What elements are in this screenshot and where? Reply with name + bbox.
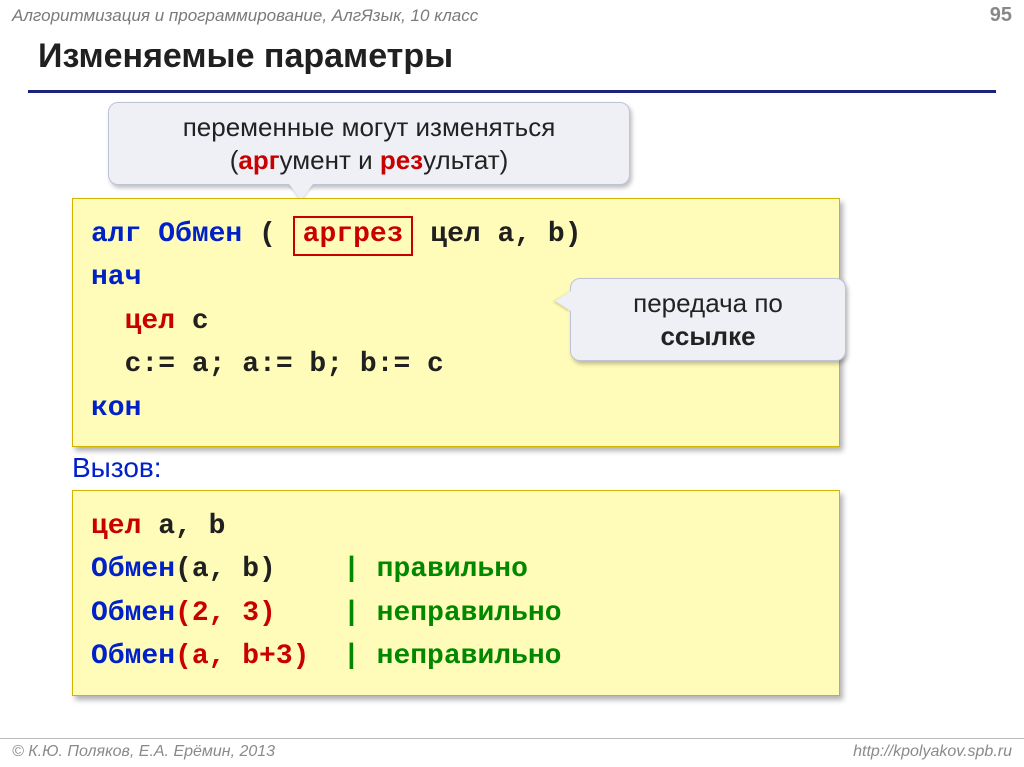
page-number: 95	[990, 4, 1012, 27]
callout-variables: переменные могут изменяться (аргумент и …	[108, 102, 630, 185]
highlight-rez: рез	[380, 145, 423, 175]
callout-line1: переменные могут изменяться	[131, 111, 607, 144]
kw-nach: нач	[91, 262, 141, 293]
slide-header: Алгоритмизация и программирование, АлгЯз…	[0, 0, 1024, 29]
footer-credit: © К.Ю. Поляков, Е.А. Ерёмин, 2013	[12, 743, 275, 761]
call-fn: Обмен	[91, 554, 175, 585]
kw-kon: кон	[91, 393, 141, 424]
comment-wrong: | неправильно	[343, 641, 561, 672]
call-fn: Обмен	[91, 598, 175, 629]
callout-line2: (аргумент и результат)	[131, 144, 607, 177]
call-fn: Обмен	[91, 641, 175, 672]
comment-wrong: | неправильно	[343, 598, 561, 629]
callout-tail-icon	[555, 291, 571, 311]
callout-by-reference: передача по ссылке	[570, 278, 846, 361]
callout-r-line1: передача по	[593, 287, 823, 320]
kw-alg: алг	[91, 219, 141, 250]
page-title: Изменяемые параметры	[38, 37, 994, 76]
callout-r-line2: ссылке	[593, 320, 823, 353]
kw-cel: цел	[125, 306, 175, 337]
title-rule	[28, 90, 996, 93]
breadcrumb: Алгоритмизация и программирование, АлгЯз…	[12, 6, 478, 26]
kw-cel: цел	[91, 511, 141, 542]
proc-name: Обмен	[141, 219, 259, 250]
footer-url: http://kpolyakov.spb.ru	[853, 743, 1012, 761]
code-swap: c:= a; a:= b; b:= c	[91, 349, 444, 380]
kw-argrez-framed: аргрез	[293, 216, 414, 256]
code-block-call: цел a, b Обмен(a, b) | правильно Обмен(2…	[72, 490, 840, 696]
section-call-label: Вызов:	[72, 452, 162, 484]
highlight-arg: арг	[238, 145, 279, 175]
comment-correct: | правильно	[343, 554, 528, 585]
slide-footer: © К.Ю. Поляков, Е.А. Ерёмин, 2013 http:/…	[0, 738, 1024, 761]
